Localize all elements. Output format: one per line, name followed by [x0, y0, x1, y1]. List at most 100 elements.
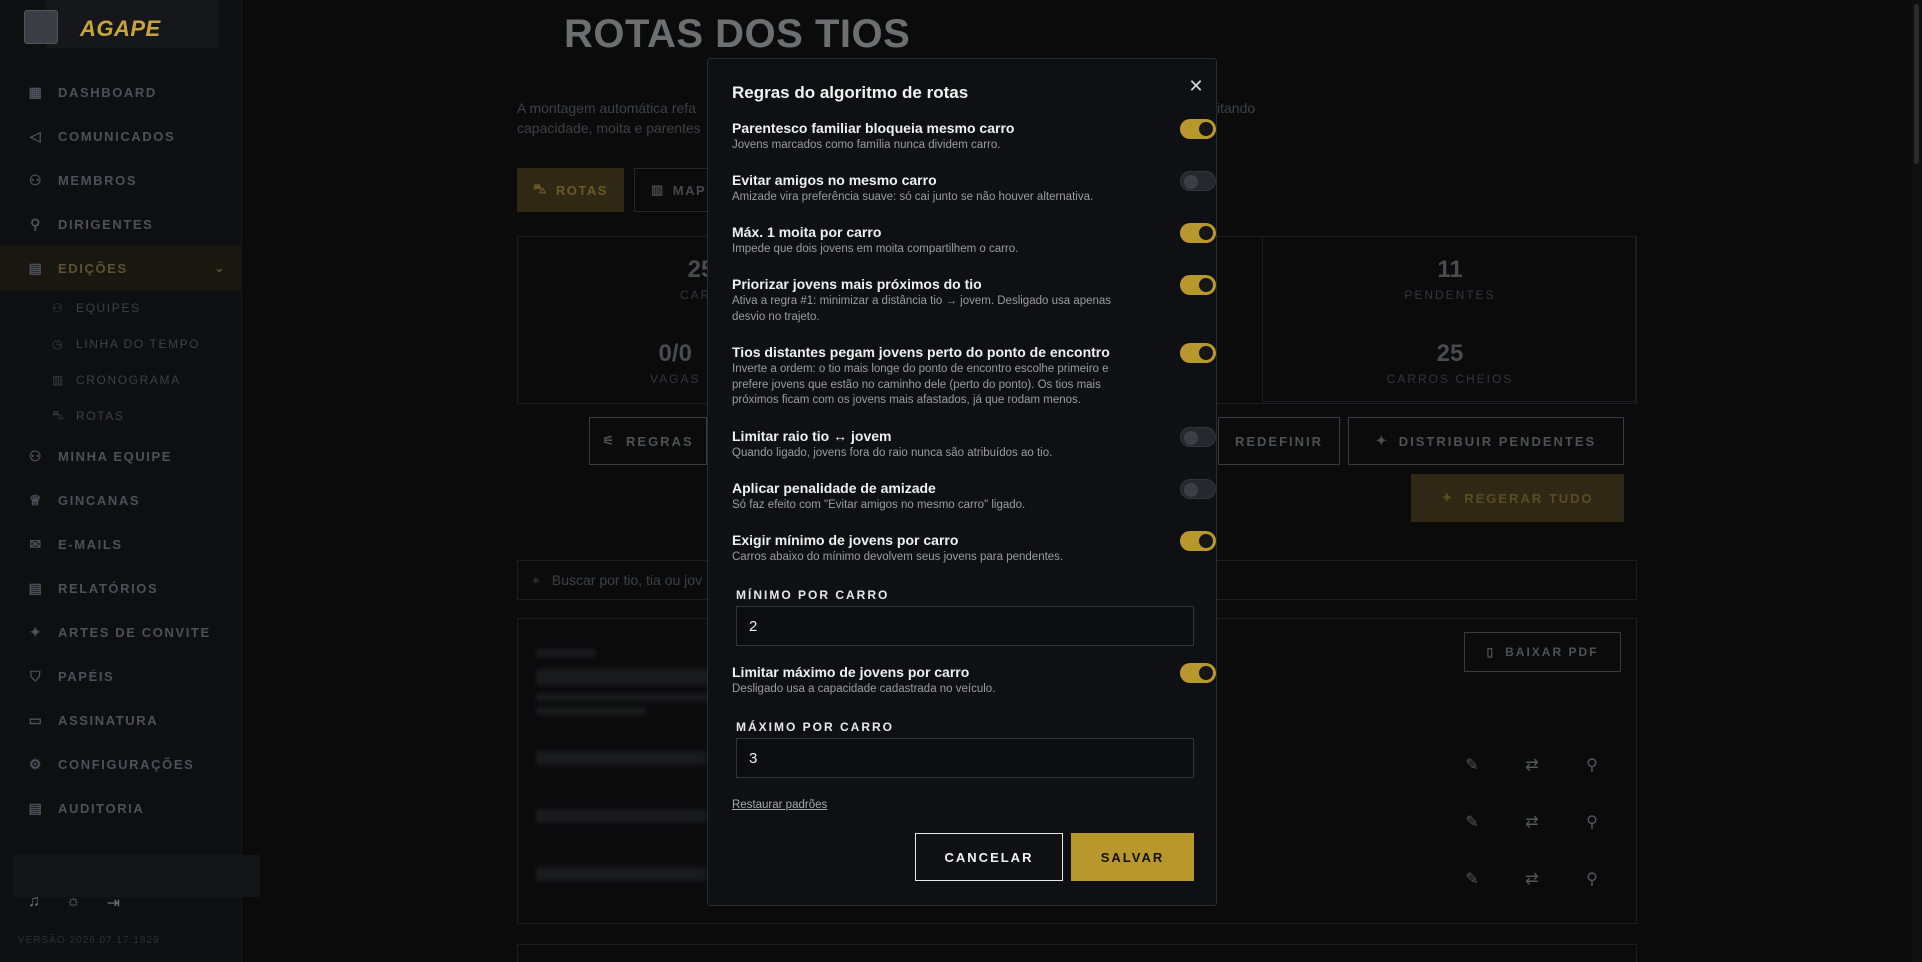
- brand[interactable]: [24, 10, 58, 44]
- sidebar-item-assinatura[interactable]: ▭ ASSINATURA: [0, 698, 242, 742]
- blurred-text: [536, 751, 706, 765]
- grid-icon: ▦: [28, 84, 44, 100]
- user-remove-icon[interactable]: ⚲: [1582, 869, 1602, 889]
- sidebar-item-membros[interactable]: ⚇ MEMBROS: [0, 158, 242, 202]
- swap-icon[interactable]: ⇄: [1522, 812, 1542, 832]
- rule-toggle[interactable]: [1180, 171, 1216, 191]
- sidebar-item-minha-equipe[interactable]: ⚇ MINHA EQUIPE: [0, 434, 242, 478]
- pencil-icon[interactable]: ✎: [1462, 869, 1482, 889]
- scrollbar-thumb[interactable]: [1914, 4, 1919, 164]
- blurred-text: [536, 809, 706, 823]
- rule-toggle[interactable]: [1180, 479, 1216, 499]
- rule-toggle[interactable]: [1180, 119, 1216, 139]
- rule-priorizar-proximos: Priorizar jovens mais próximos do tio At…: [732, 275, 1216, 325]
- map-icon: ▥: [651, 182, 665, 197]
- regerar-tudo-button[interactable]: ✦ REGERAR TUDO: [1411, 474, 1624, 522]
- sidebar-item-dashboard[interactable]: ▦ DASHBOARD: [0, 70, 242, 114]
- sidebar-bottom-bar: [14, 855, 260, 897]
- blurred-text: [536, 867, 706, 881]
- rule-description: Ativa a regra #1: minimizar a distância …: [732, 295, 1112, 323]
- next-panel: [517, 944, 1637, 962]
- toggle-knob: [1199, 534, 1213, 548]
- stat-label: CARROS CHEIOS: [1386, 372, 1514, 386]
- toggle-knob: [1184, 431, 1198, 445]
- sidebar-subitem-label: ROTAS: [76, 409, 125, 423]
- car-icon: ⛍: [52, 408, 66, 422]
- regras-button[interactable]: ⚟ REGRAS: [589, 417, 707, 465]
- tab-label: ROTAS: [555, 182, 608, 198]
- redefinir-button[interactable]: REDEFINIR: [1218, 417, 1340, 465]
- distribuir-pendentes-button[interactable]: ✦ DISTRIBUIR PENDENTES: [1348, 417, 1624, 465]
- stat-vagas: 0/0 VAGAS: [650, 340, 700, 386]
- sidebar-item-label: EDIÇÕES: [58, 260, 128, 276]
- pencil-icon[interactable]: ✎: [1462, 755, 1482, 775]
- close-icon[interactable]: ✕: [1186, 75, 1206, 97]
- blurred-text: [536, 693, 736, 701]
- button-label: REGRAS: [626, 433, 694, 449]
- sidebar-subitem-linha-do-tempo[interactable]: ◷ LINHA DO TEMPO: [0, 326, 242, 362]
- sidebar-item-artes-de-convite[interactable]: ✦ ARTES DE CONVITE: [0, 610, 242, 654]
- sidebar-item-label: MINHA EQUIPE: [58, 448, 173, 464]
- stat-value: 25: [1436, 340, 1464, 367]
- rule-toggle[interactable]: [1180, 663, 1216, 683]
- sidebar-subitem-rotas[interactable]: ⛍ ROTAS: [0, 398, 242, 434]
- megaphone-icon: ◁: [29, 128, 43, 144]
- rule-toggle[interactable]: [1180, 427, 1216, 447]
- report-icon: ▤: [28, 580, 44, 596]
- card-icon: ▭: [28, 712, 44, 728]
- min-per-car-input[interactable]: 2: [736, 606, 1194, 646]
- sliders-icon: ⚟: [602, 433, 617, 448]
- rule-description: Amizade vira preferência suave: só cai j…: [732, 191, 1094, 203]
- rule-toggle[interactable]: [1180, 531, 1216, 551]
- swap-icon[interactable]: ⇄: [1522, 755, 1542, 775]
- logout-icon[interactable]: ⇥: [107, 893, 120, 913]
- user-remove-icon[interactable]: ⚲: [1582, 755, 1602, 775]
- sidebar-item-comunicados[interactable]: ◁ COMUNICADOS: [0, 114, 242, 158]
- sidebar-item-papeis[interactable]: ⛉ PAPÉIS: [0, 654, 242, 698]
- rule-toggle[interactable]: [1180, 275, 1216, 295]
- user-remove-icon[interactable]: ⚲: [1582, 812, 1602, 832]
- bell-icon[interactable]: ♫: [28, 893, 40, 913]
- history-icon: ◷: [52, 337, 65, 351]
- sidebar: AGAPE ▦ DASHBOARD ◁ COMUNICADOS ⚇ MEMBROS ⚲…: [0, 0, 260, 962]
- swap-icon[interactable]: ⇄: [1522, 869, 1542, 889]
- sidebar-item-edicoes[interactable]: ▤ EDIÇÕES ⌄: [0, 246, 242, 290]
- car-icon: ⛍: [533, 181, 548, 196]
- sidebar-item-dirigentes[interactable]: ⚲ DIRIGENTES: [0, 202, 242, 246]
- min-per-car-label: MÍNIMO POR CARRO: [736, 588, 890, 602]
- sidebar-item-gincanas[interactable]: ♕ GINCANAS: [0, 478, 242, 522]
- stat-label: VAGAS: [650, 372, 701, 386]
- baixar-pdf-button[interactable]: ▯ BAIXAR PDF: [1464, 632, 1621, 672]
- blurred-text: [536, 649, 596, 657]
- sun-icon[interactable]: ☼: [66, 893, 81, 913]
- sidebar-subitem-equipes[interactable]: ⚇ EQUIPES: [0, 290, 242, 326]
- sidebar-actions: ♫ ☼ ⇥: [28, 893, 120, 913]
- rule-title: Priorizar jovens mais próximos do tio: [732, 276, 982, 292]
- stat-label: PENDENTES: [1404, 288, 1496, 302]
- rule-penalidade-amizade: Aplicar penalidade de amizade Só faz efe…: [732, 479, 1216, 514]
- sidebar-subitem-cronograma[interactable]: ▥ CRONOGRAMA: [0, 362, 242, 398]
- tab-mapa[interactable]: ▥ MAP: [634, 168, 714, 212]
- cancel-button[interactable]: CANCELAR: [915, 833, 1063, 881]
- max-per-car-input[interactable]: 3: [736, 738, 1194, 778]
- sidebar-item-label: RELATÓRIOS: [58, 580, 159, 596]
- chevron-down-icon: ⌄: [214, 261, 226, 275]
- version-label: VERSÃO 2026.07.17.1829: [18, 935, 160, 946]
- page-title: ROTAS DOS TIOS: [564, 12, 911, 56]
- stat-value: 11: [1437, 256, 1463, 283]
- blurred-text: [536, 707, 646, 715]
- sidebar-item-configuracoes[interactable]: ⚙ CONFIGURAÇÕES: [0, 742, 242, 786]
- restore-defaults-link[interactable]: Restaurar padrões: [732, 799, 827, 811]
- tab-rotas[interactable]: ⛍ ROTAS: [517, 168, 624, 212]
- trophy-icon: ♕: [28, 492, 44, 508]
- sidebar-subitem-label: LINHA DO TEMPO: [76, 337, 201, 351]
- rule-toggle[interactable]: [1180, 343, 1216, 363]
- sidebar-item-auditoria[interactable]: ▤ AUDITORIA: [0, 786, 242, 830]
- rule-maximo-jovens: Limitar máximo de jovens por carro Desli…: [732, 663, 1216, 698]
- save-button[interactable]: SALVAR: [1071, 833, 1194, 881]
- pencil-icon[interactable]: ✎: [1462, 812, 1482, 832]
- rule-toggle[interactable]: [1180, 223, 1216, 243]
- sidebar-item-relatorios[interactable]: ▤ RELATÓRIOS: [0, 566, 242, 610]
- sidebar-item-emails[interactable]: ✉ E-MAILS: [0, 522, 242, 566]
- rule-title: Máx. 1 moita por carro: [732, 224, 882, 240]
